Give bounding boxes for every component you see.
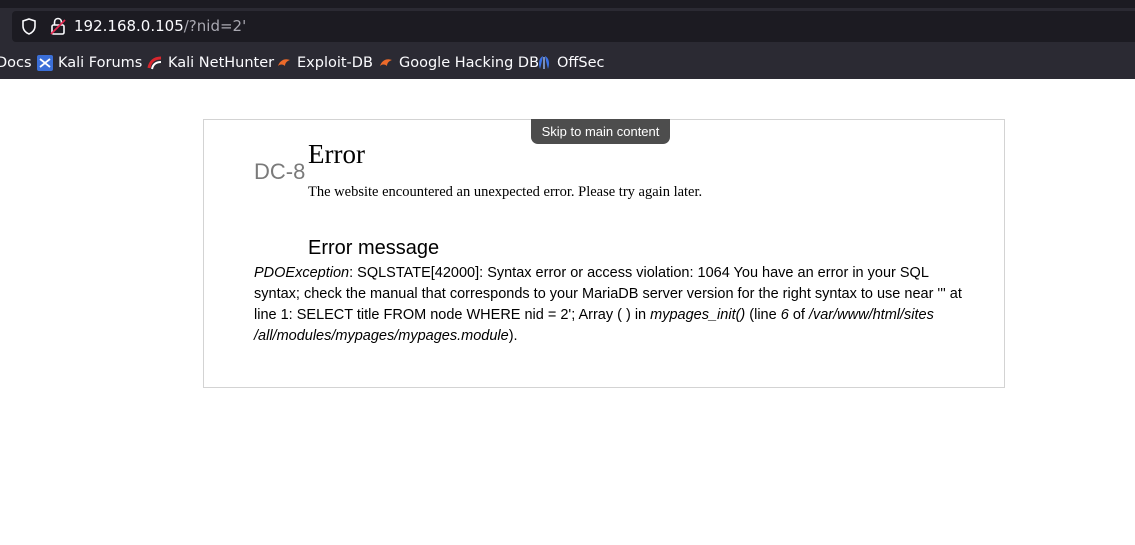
message-text: of (788, 307, 809, 323)
message-text: : SQLSTATE[42000]: Syntax error or acces… (349, 265, 929, 281)
bookmark-google-hacking-db[interactable]: Google Hacking DB (378, 52, 539, 74)
offsec-icon (539, 56, 549, 69)
bookmark-label: Google Hacking DB (399, 55, 540, 71)
kali-nethunter-icon (147, 56, 162, 70)
bookmark-offsec[interactable]: OffSec (536, 52, 605, 74)
file-path-part-2: /all/modules/mypages/mypages.module (254, 328, 509, 344)
message-line-1: PDOException: SQLSTATE[42000]: Syntax er… (254, 263, 954, 284)
shield-icon[interactable] (21, 18, 37, 35)
bookmark-label: Docs (0, 55, 32, 71)
error-description: The website encountered an unexpected er… (308, 184, 703, 200)
skip-to-main-content-link[interactable]: Skip to main content (531, 119, 670, 144)
message-line-3: line 1: SELECT title FROM node WHERE nid… (254, 305, 954, 326)
bookmark-docs[interactable]: Docs (0, 52, 32, 74)
site-name[interactable]: DC-8 (254, 158, 305, 186)
message-text: (line (745, 307, 781, 323)
message-line-4: /all/modules/mypages/mypages.module). (254, 326, 954, 347)
file-path-part-1: /var/www/html/sites (808, 307, 934, 323)
insecure-lock-icon[interactable] (50, 17, 66, 35)
bookmark-kali-nethunter[interactable]: Kali NetHunter (147, 52, 274, 74)
bookmarks-toolbar: Docs Kali Forums Kali NetHunter Exploit-… (0, 50, 1135, 76)
bookmark-label: Kali Forums (58, 55, 143, 71)
browser-chrome: 192.168.0.105/?nid=2' Docs Kali Forums K… (0, 0, 1135, 79)
page-title: Error (308, 139, 365, 169)
message-text: line 1: SELECT title FROM node WHERE nid… (254, 307, 651, 323)
url-path: /?nid=2' (183, 17, 247, 35)
url-host: 192.168.0.105 (74, 17, 184, 35)
bookmark-label: OffSec (557, 55, 605, 71)
error-message-heading: Error message (308, 237, 440, 259)
tab-strip (0, 0, 1135, 8)
message-text: ). (508, 328, 518, 344)
function-name: mypages_init() (650, 307, 746, 323)
kali-forums-icon (37, 55, 53, 71)
message-line-2: syntax; check the manual that correspond… (254, 286, 962, 302)
error-message-body: PDOException: SQLSTATE[42000]: Syntax er… (254, 263, 962, 347)
bookmark-label: Kali NetHunter (168, 55, 275, 71)
bookmark-label: Exploit-DB (297, 55, 373, 71)
address-bar[interactable]: 192.168.0.105/?nid=2' (12, 11, 1135, 42)
google-hacking-db-icon (380, 59, 392, 66)
url-text[interactable]: 192.168.0.105/?nid=2' (74, 17, 246, 36)
exploit-db-icon (278, 59, 290, 66)
line-number: 6 (780, 307, 789, 323)
exception-name: PDOException (254, 265, 350, 281)
bookmark-exploit-db[interactable]: Exploit-DB (276, 52, 373, 74)
bookmark-kali-forums[interactable]: Kali Forums (37, 52, 142, 74)
